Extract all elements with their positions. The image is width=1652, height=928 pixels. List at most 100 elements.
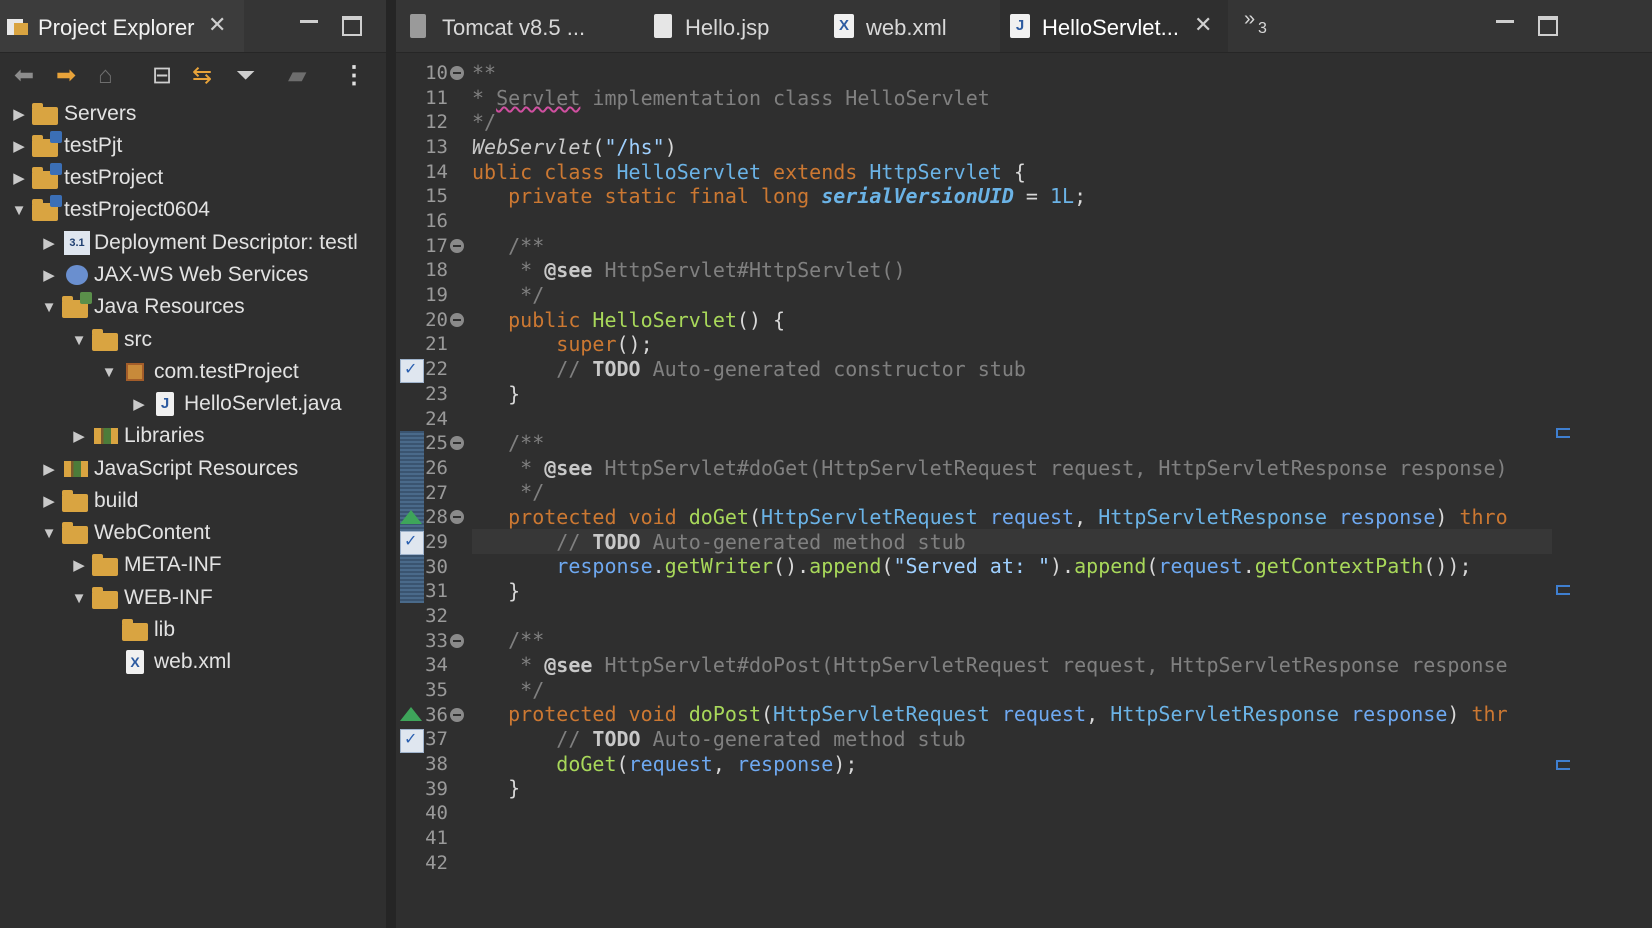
tab-label: Hello.jsp	[685, 15, 770, 40]
line-number: 13	[425, 136, 448, 159]
expand-icon[interactable]: ▶	[128, 395, 150, 413]
expand-icon[interactable]: ▶	[8, 137, 30, 155]
line-number: 25	[425, 432, 448, 455]
line-number: 26	[425, 456, 448, 479]
expand-icon[interactable]: ▶	[38, 460, 60, 478]
tree-item-lib[interactable]: lib	[120, 614, 175, 646]
line-number: 32	[425, 604, 448, 627]
tree-item-label: Java Resources	[94, 295, 245, 318]
tab-web-xml[interactable]: X web.xml	[822, 0, 998, 52]
line-number: 40	[425, 802, 448, 825]
code-line-17: /**	[472, 234, 545, 258]
tree-item-testproject0604[interactable]: ▼ testProject0604	[8, 194, 210, 226]
code-line-29: // TODO Auto-generated method stub	[472, 530, 966, 554]
tree-item-javascript-resources[interactable]: ▶ JavaScript Resources	[38, 453, 298, 485]
close-icon[interactable]: ✕	[1194, 12, 1212, 38]
code-line-31: }	[472, 579, 521, 603]
expand-icon[interactable]: ▶	[38, 234, 60, 252]
code-line-28: protected void doGet(HttpServletRequest …	[472, 505, 1508, 529]
tab-overflow[interactable]: » 3	[1238, 0, 1288, 52]
tree-item-libraries[interactable]: ▶ Libraries	[68, 420, 204, 452]
expand-icon[interactable]: ▶	[38, 266, 60, 284]
code-line-36: protected void doPost(HttpServletRequest…	[472, 702, 1508, 726]
code-line-18: * @see HttpServlet#HttpServlet()	[472, 258, 906, 282]
close-icon[interactable]: ✕	[208, 12, 226, 38]
project-icon	[32, 195, 62, 222]
line-number: 42	[425, 851, 448, 874]
task-marker-icon[interactable]	[400, 359, 424, 383]
collapse-icon[interactable]: ▼	[38, 299, 60, 316]
fold-icon[interactable]	[450, 634, 464, 648]
more-icon[interactable]: ⋮	[342, 62, 366, 90]
collapse-icon[interactable]: ▼	[68, 332, 90, 349]
expand-icon[interactable]: ▶	[38, 492, 60, 510]
tree-item-label: Deployment Descriptor: testl	[94, 231, 358, 254]
tree-item-label: src	[124, 328, 152, 351]
overflow-count: 3	[1258, 20, 1267, 37]
overview-ruler-mark[interactable]	[1556, 428, 1570, 438]
forward-icon[interactable]: ➡	[56, 62, 76, 90]
tree-item-package[interactable]: ▼ com.testProject	[98, 356, 299, 388]
expand-icon[interactable]: ▶	[8, 105, 30, 123]
tree-item-label: testProject	[64, 166, 164, 189]
expand-icon[interactable]: ▶	[8, 169, 30, 187]
tree-item-servers[interactable]: ▶ Servers	[8, 98, 136, 130]
tree-item-web-inf[interactable]: ▼ WEB-INF	[68, 582, 213, 614]
project-icon	[32, 131, 62, 158]
overview-ruler-mark[interactable]	[1556, 760, 1570, 770]
collapse-icon[interactable]: ▼	[8, 202, 30, 219]
overview-ruler-mark[interactable]	[1556, 585, 1570, 595]
tree-item-deployment-descriptor[interactable]: ▶ 3.1 Deployment Descriptor: testl	[38, 227, 358, 259]
server-icon	[410, 14, 426, 38]
tab-hello-jsp[interactable]: Hello.jsp	[640, 0, 820, 52]
fold-icon[interactable]	[450, 313, 464, 327]
fold-icon[interactable]	[450, 436, 464, 450]
home-icon[interactable]: ⌂	[98, 62, 113, 90]
filter-icon[interactable]: ⏷	[236, 62, 255, 90]
tree-item-label: JavaScript Resources	[94, 457, 299, 480]
collapse-all-icon[interactable]: ⊟	[152, 62, 172, 90]
tree-item-webcontent[interactable]: ▼ WebContent	[38, 517, 210, 549]
expand-icon[interactable]: ▶	[68, 556, 90, 574]
collapse-icon[interactable]: ▼	[98, 364, 120, 381]
override-marker-icon[interactable]	[400, 707, 422, 721]
view-menu-icon[interactable]: ▰	[288, 62, 306, 90]
fold-icon[interactable]	[450, 239, 464, 253]
override-marker-icon[interactable]	[400, 510, 422, 524]
project-explorer-tab[interactable]: Project Explorer ✕	[0, 0, 244, 52]
fold-icon[interactable]	[450, 708, 464, 722]
code-line-13: WebServlet("/hs")	[472, 135, 677, 159]
tree-item-web-xml[interactable]: X web.xml	[120, 646, 231, 678]
tree-item-java-resources[interactable]: ▼ Java Resources	[38, 291, 245, 323]
panel-splitter[interactable]	[386, 0, 396, 928]
tree-item-meta-inf[interactable]: ▶ META-INF	[68, 549, 222, 581]
link-with-editor-icon[interactable]: ⇆	[192, 62, 212, 90]
line-number: 30	[425, 555, 448, 578]
fold-icon[interactable]	[450, 510, 464, 524]
tab-label: HelloServlet...	[1042, 15, 1179, 40]
tab-tomcat[interactable]: Tomcat v8.5 ...	[396, 0, 626, 52]
collapse-icon[interactable]: ▼	[68, 590, 90, 607]
tree-item-jax-ws[interactable]: ▶ JAX-WS Web Services	[38, 259, 308, 291]
fold-icon[interactable]	[450, 66, 464, 80]
line-number: 12	[425, 111, 448, 134]
code-line-26: * @see HttpServlet#doGet(HttpServletRequ…	[472, 456, 1508, 480]
task-marker-icon[interactable]	[400, 729, 424, 753]
minimize-icon[interactable]	[300, 20, 318, 23]
back-icon[interactable]: ⬅	[14, 62, 34, 90]
line-number: 41	[425, 827, 448, 850]
tree-item-helloservlet-java[interactable]: ▶ J HelloServlet.java	[128, 388, 342, 420]
maximize-icon[interactable]	[1538, 16, 1558, 36]
tree-item-src[interactable]: ▼ src	[68, 324, 152, 356]
expand-icon[interactable]: ▶	[68, 427, 90, 445]
jsp-file-icon	[654, 14, 672, 38]
folder-icon	[32, 102, 60, 126]
collapse-icon[interactable]: ▼	[38, 525, 60, 542]
minimize-icon[interactable]	[1496, 20, 1514, 23]
tab-helloservlet[interactable]: J HelloServlet... ✕	[1000, 0, 1228, 52]
tree-item-testpjt[interactable]: ▶ testPjt	[8, 130, 122, 162]
tree-item-testproject[interactable]: ▶ testProject	[8, 162, 163, 194]
maximize-icon[interactable]	[342, 16, 362, 36]
task-marker-icon[interactable]	[400, 531, 424, 555]
tree-item-build[interactable]: ▶ build	[38, 485, 138, 517]
